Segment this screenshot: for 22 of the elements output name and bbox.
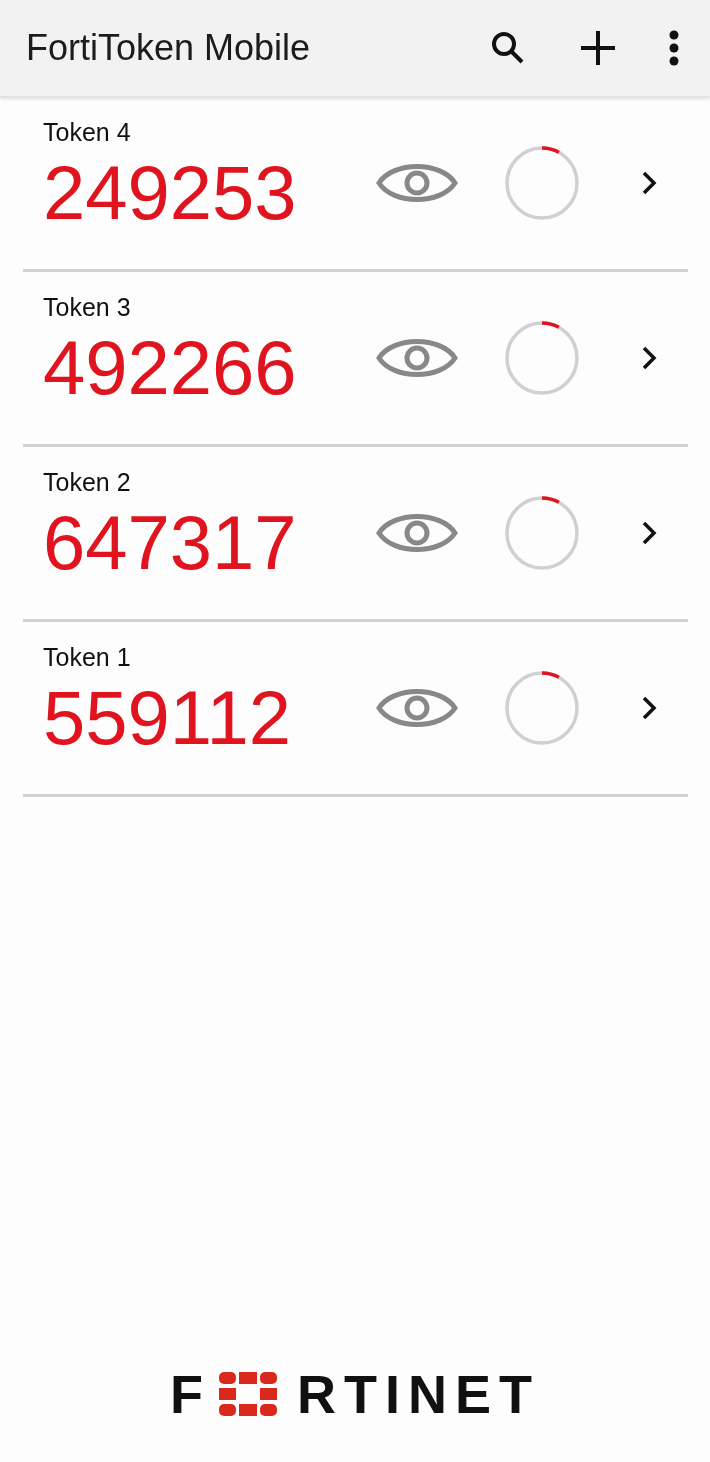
token-name: Token 4 xyxy=(43,117,132,147)
token-code: 559112 xyxy=(43,676,292,760)
token-code: 492266 xyxy=(43,326,298,410)
token-row[interactable]: Token 1 559112 xyxy=(23,622,688,797)
app-title: FortiToken Mobile xyxy=(26,27,311,69)
logo-text: F xyxy=(170,1364,211,1424)
logo-text: RTINET xyxy=(297,1364,540,1424)
logo-grid-icon xyxy=(219,1372,277,1416)
token-code: 647317 xyxy=(43,501,298,585)
token-name: Token 1 xyxy=(43,642,132,672)
token-name: Token 3 xyxy=(43,292,132,322)
add-icon[interactable] xyxy=(578,28,618,68)
chevron-icon[interactable] xyxy=(641,520,657,546)
token-row[interactable]: Token 4 249253 xyxy=(23,97,688,272)
chevron-icon[interactable] xyxy=(641,345,657,371)
chevron-icon[interactable] xyxy=(641,695,657,721)
more-menu-icon[interactable] xyxy=(668,28,680,68)
token-row[interactable]: Token 3 492266 xyxy=(23,272,688,447)
token-name: Token 2 xyxy=(43,467,132,497)
token-row[interactable]: Token 2 647317 xyxy=(23,447,688,622)
token-code: 249253 xyxy=(43,151,298,235)
chevron-icon[interactable] xyxy=(641,170,657,196)
